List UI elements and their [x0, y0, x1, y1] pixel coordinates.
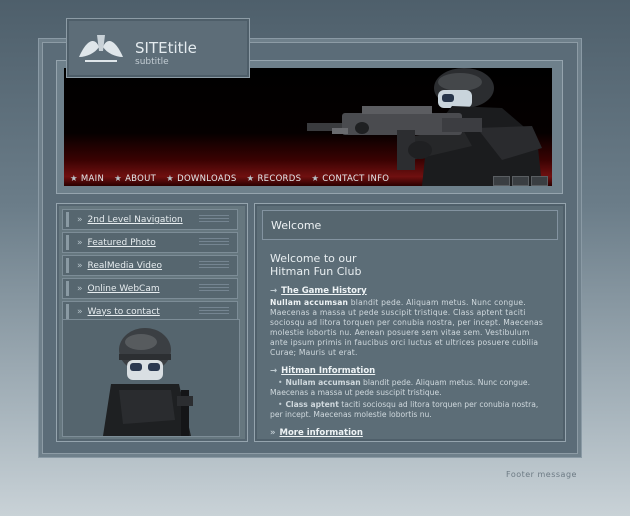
logo-box[interactable]: SITEtitle subtitle: [66, 18, 250, 78]
sidebar-item-label: Ways to contact: [87, 306, 160, 317]
main-content: Welcome to our Hitman Fun Club → The Game…: [270, 252, 548, 440]
bullet-icon: •: [278, 400, 283, 409]
main-nav: ★ MAIN ★ ABOUT ★ DOWNLOADS ★ RECORDS ★ CONTAC…: [70, 174, 399, 184]
game-history-link[interactable]: → The Game History: [270, 286, 548, 296]
sidebar-item-label: 2nd Level Navigation: [87, 214, 183, 225]
double-chevron-icon: »: [77, 283, 83, 294]
sidebar-item-2nd-level-navigation[interactable]: » 2nd Level Navigation: [62, 209, 238, 230]
welcome-header: Welcome: [262, 210, 558, 240]
barcode-logo-icon: [79, 35, 123, 62]
star-icon: ★: [311, 174, 320, 184]
arrow-right-icon: →: [270, 286, 278, 296]
soldier-with-rifle-image: [307, 68, 542, 186]
nav-item-records[interactable]: ★ RECORDS: [247, 174, 302, 184]
intro-title: Welcome to our Hitman Fun Club: [270, 252, 362, 278]
sidebar-item-label: Featured Photo: [87, 237, 156, 248]
site-title: SITEtitle: [135, 39, 197, 57]
bullet-icon: •: [278, 378, 283, 387]
arrow-right-icon: →: [270, 366, 278, 376]
star-icon: ★: [166, 174, 175, 184]
sidebar-nav: » 2nd Level Navigation » Featured Photo » R…: [62, 209, 238, 324]
sidebar-item-label: RealMedia Video: [87, 260, 163, 271]
hitman-information-link[interactable]: → Hitman Information: [270, 366, 548, 376]
nav-label: ABOUT: [125, 174, 157, 184]
double-chevron-icon: »: [77, 214, 83, 225]
double-chevron-icon: »: [270, 428, 276, 438]
star-icon: ★: [114, 174, 123, 184]
more-information-link[interactable]: » More information: [270, 428, 548, 438]
footer-message: Footer message: [506, 470, 577, 479]
sidebar-item-label: Online WebCam: [87, 283, 160, 294]
header-banner: ★ MAIN ★ ABOUT ★ DOWNLOADS ★ RECORDS ★ CONTAC…: [64, 68, 552, 186]
welcome-heading: Welcome: [271, 219, 322, 232]
sidebar-item-online-webcam[interactable]: » Online WebCam: [62, 278, 238, 299]
soldier-portrait-image: [103, 328, 193, 436]
nav-item-about[interactable]: ★ ABOUT: [114, 174, 156, 184]
double-chevron-icon: »: [77, 260, 83, 271]
star-icon: ★: [246, 174, 255, 184]
sidebar-item-featured-photo[interactable]: » Featured Photo: [62, 232, 238, 253]
double-chevron-icon: »: [77, 237, 83, 248]
star-icon: ★: [70, 174, 78, 184]
nav-label: RECORDS: [257, 174, 302, 184]
nav-decor-squares: [493, 176, 548, 186]
nav-item-contact-info[interactable]: ★ CONTACT INFO: [311, 174, 389, 184]
nav-item-downloads[interactable]: ★ DOWNLOADS: [166, 174, 236, 184]
sidebar-item-realmedia-video[interactable]: » RealMedia Video: [62, 255, 238, 276]
nav-item-main[interactable]: ★ MAIN: [70, 174, 104, 184]
double-chevron-icon: »: [77, 306, 83, 317]
site-subtitle: subtitle: [135, 57, 169, 67]
nav-label: DOWNLOADS: [177, 174, 237, 184]
nav-label: MAIN: [80, 174, 105, 184]
game-history-text: Nullam accumsan blandit pede. Aliquam me…: [270, 298, 544, 357]
list-item: • Nullam accumsan blandit pede. Aliquam m…: [270, 378, 530, 397]
nav-label: CONTACT INFO: [322, 174, 390, 184]
featured-photo: [62, 319, 240, 437]
list-item: • Class aptent taciti sociosqu ad litora …: [270, 400, 539, 419]
